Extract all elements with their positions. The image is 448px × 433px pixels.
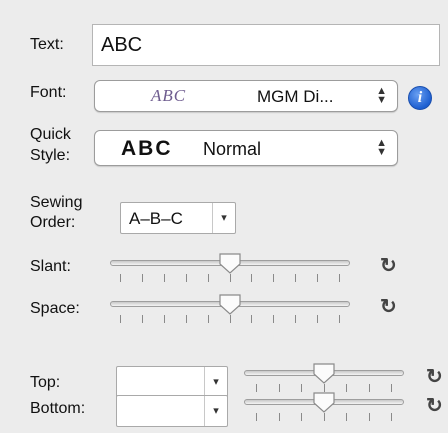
font-preview: ABC: [151, 86, 187, 105]
slider-tick: [120, 315, 121, 323]
slider-thumb[interactable]: [312, 362, 336, 384]
sewing-order-label-2: Order:: [30, 214, 76, 231]
slider-tick: [141, 315, 143, 323]
slider-tick: [185, 274, 187, 282]
slider-tick: [339, 315, 340, 323]
space-label: Space:: [30, 300, 80, 317]
sewing-order-select[interactable]: A–B–C ▾: [120, 202, 236, 234]
slider-tick: [368, 413, 370, 421]
bottom-combo[interactable]: ▾: [116, 395, 228, 427]
quick-style-popup[interactable]: ABC Normal ▲ ▼: [94, 130, 398, 166]
slider-tick: [229, 274, 231, 282]
text-label: Text:: [30, 36, 64, 53]
slant-label: Slant:: [30, 258, 71, 275]
quick-style-name: Normal: [203, 139, 262, 159]
slider-tick: [317, 315, 319, 323]
font-popup[interactable]: ABC MGM Di... ▲ ▼: [94, 80, 398, 112]
slider-tick: [141, 274, 143, 282]
text-input[interactable]: ABC: [92, 24, 440, 66]
slider-tick: [251, 274, 253, 282]
slider-tick: [273, 315, 275, 323]
slider-ticks: [120, 274, 340, 282]
slider-tick: [323, 413, 325, 421]
reset-top-icon[interactable]: ↻: [426, 367, 443, 387]
slant-slider[interactable]: [110, 252, 350, 284]
reset-space-icon[interactable]: ↻: [380, 297, 397, 317]
top-slider[interactable]: [244, 362, 404, 394]
font-name: MGM Di...: [257, 87, 334, 106]
slider-thumb[interactable]: [218, 293, 242, 315]
chevron-down-icon: ▾: [204, 367, 227, 397]
quick-style-label-2: Style:: [30, 147, 71, 164]
sewing-order-label-1: Sewing: [30, 194, 83, 211]
top-label: Top:: [30, 374, 61, 391]
slider-tick: [256, 413, 257, 421]
bottom-slider[interactable]: [244, 391, 404, 423]
sewing-order-value: A–B–C: [129, 209, 183, 228]
slider-tick: [273, 274, 275, 282]
slider-tick: [163, 315, 165, 323]
slider-tick: [185, 315, 187, 323]
slider-tick: [317, 274, 319, 282]
slider-tick: [346, 413, 347, 421]
slider-thumb[interactable]: [312, 391, 336, 413]
reset-bottom-icon[interactable]: ↻: [426, 396, 443, 416]
slider-tick: [120, 274, 121, 282]
slider-tick: [301, 413, 302, 421]
bottom-label: Bottom:: [30, 400, 86, 417]
stepper-arrows-icon: ▲ ▼: [376, 137, 387, 158]
slider-thumb[interactable]: [218, 252, 242, 274]
slider-tick: [295, 315, 297, 323]
chevron-down-icon: ▾: [204, 396, 227, 426]
top-combo[interactable]: ▾: [116, 366, 228, 398]
quick-style-preview: ABC: [121, 137, 173, 160]
slider-tick: [229, 315, 231, 323]
space-slider[interactable]: [110, 293, 350, 325]
quick-style-label-1: Quick: [30, 126, 71, 143]
slider-ticks: [256, 413, 392, 421]
slider-tick: [251, 315, 253, 323]
chevron-down-icon: ▾: [212, 203, 235, 233]
info-icon[interactable]: i: [408, 86, 432, 110]
slider-tick: [207, 274, 209, 282]
slider-ticks: [120, 315, 340, 323]
slider-tick: [339, 274, 340, 282]
reset-slant-icon[interactable]: ↻: [380, 256, 397, 276]
slider-tick: [391, 413, 392, 421]
slider-tick: [278, 413, 280, 421]
stepper-arrows-icon: ▲ ▼: [376, 85, 387, 106]
font-label: Font:: [30, 84, 67, 101]
slider-tick: [295, 274, 297, 282]
slider-tick: [207, 315, 209, 323]
slider-tick: [163, 274, 165, 282]
